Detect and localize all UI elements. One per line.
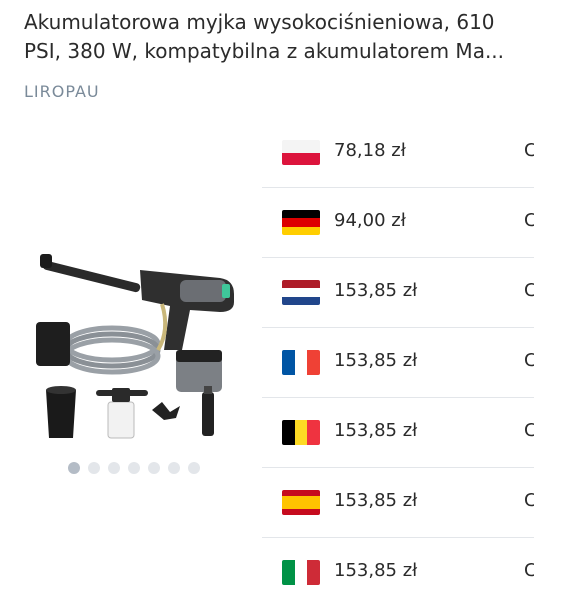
offer-price: 153,85 zł bbox=[334, 420, 418, 441]
offer-price: 153,85 zł bbox=[334, 350, 418, 371]
carousel-dot[interactable] bbox=[148, 462, 160, 474]
offer-price: 153,85 zł bbox=[334, 280, 418, 301]
offer-more-text: C bbox=[524, 490, 534, 511]
flag-nl-icon bbox=[282, 280, 320, 305]
offer-more-text: C bbox=[524, 210, 534, 231]
offer-price: 153,85 zł bbox=[334, 560, 418, 581]
carousel-dot[interactable] bbox=[168, 462, 180, 474]
flag-be-icon bbox=[282, 420, 320, 445]
offer-row-netherlands[interactable]: 153,85 zł C bbox=[262, 258, 534, 328]
flag-it-icon bbox=[282, 560, 320, 585]
carousel-dot[interactable] bbox=[68, 462, 80, 474]
offer-row-belgium[interactable]: 153,85 zł C bbox=[262, 398, 534, 468]
carousel-dot[interactable] bbox=[88, 462, 100, 474]
brand-name[interactable]: LIROPAU bbox=[24, 82, 100, 101]
product-title[interactable]: Akumulatorowa myjka wysokociśnieniowa, 6… bbox=[24, 8, 536, 66]
pressure-washer-kit-image bbox=[36, 254, 234, 439]
offer-row-italy[interactable]: 153,85 zł C bbox=[262, 538, 534, 607]
flag-de-icon bbox=[282, 210, 320, 235]
offer-row-france[interactable]: 153,85 zł C bbox=[262, 328, 534, 398]
offer-row-germany[interactable]: 94,00 zł C bbox=[262, 188, 534, 258]
offer-row-poland[interactable]: 78,18 zł C bbox=[262, 118, 534, 188]
flag-pl-icon bbox=[282, 140, 320, 165]
offer-row-spain[interactable]: 153,85 zł C bbox=[262, 468, 534, 538]
offer-more-text: C bbox=[524, 350, 534, 371]
flag-es-icon bbox=[282, 490, 320, 515]
carousel-dot[interactable] bbox=[108, 462, 120, 474]
carousel-indicators bbox=[68, 462, 200, 474]
offer-price: 78,18 zł bbox=[334, 140, 406, 161]
offer-more-text: C bbox=[524, 420, 534, 441]
carousel-dot[interactable] bbox=[128, 462, 140, 474]
offer-more-text: C bbox=[524, 560, 534, 581]
flag-fr-icon bbox=[282, 350, 320, 375]
country-offers-list: 78,18 zł C 94,00 zł C 153,85 zł C 153,85… bbox=[262, 118, 534, 607]
carousel-dot[interactable] bbox=[188, 462, 200, 474]
product-image[interactable] bbox=[30, 240, 252, 450]
offer-price: 153,85 zł bbox=[334, 490, 418, 511]
offer-price: 94,00 zł bbox=[334, 210, 406, 231]
offer-more-text: C bbox=[524, 140, 534, 161]
offer-more-text: C bbox=[524, 280, 534, 301]
